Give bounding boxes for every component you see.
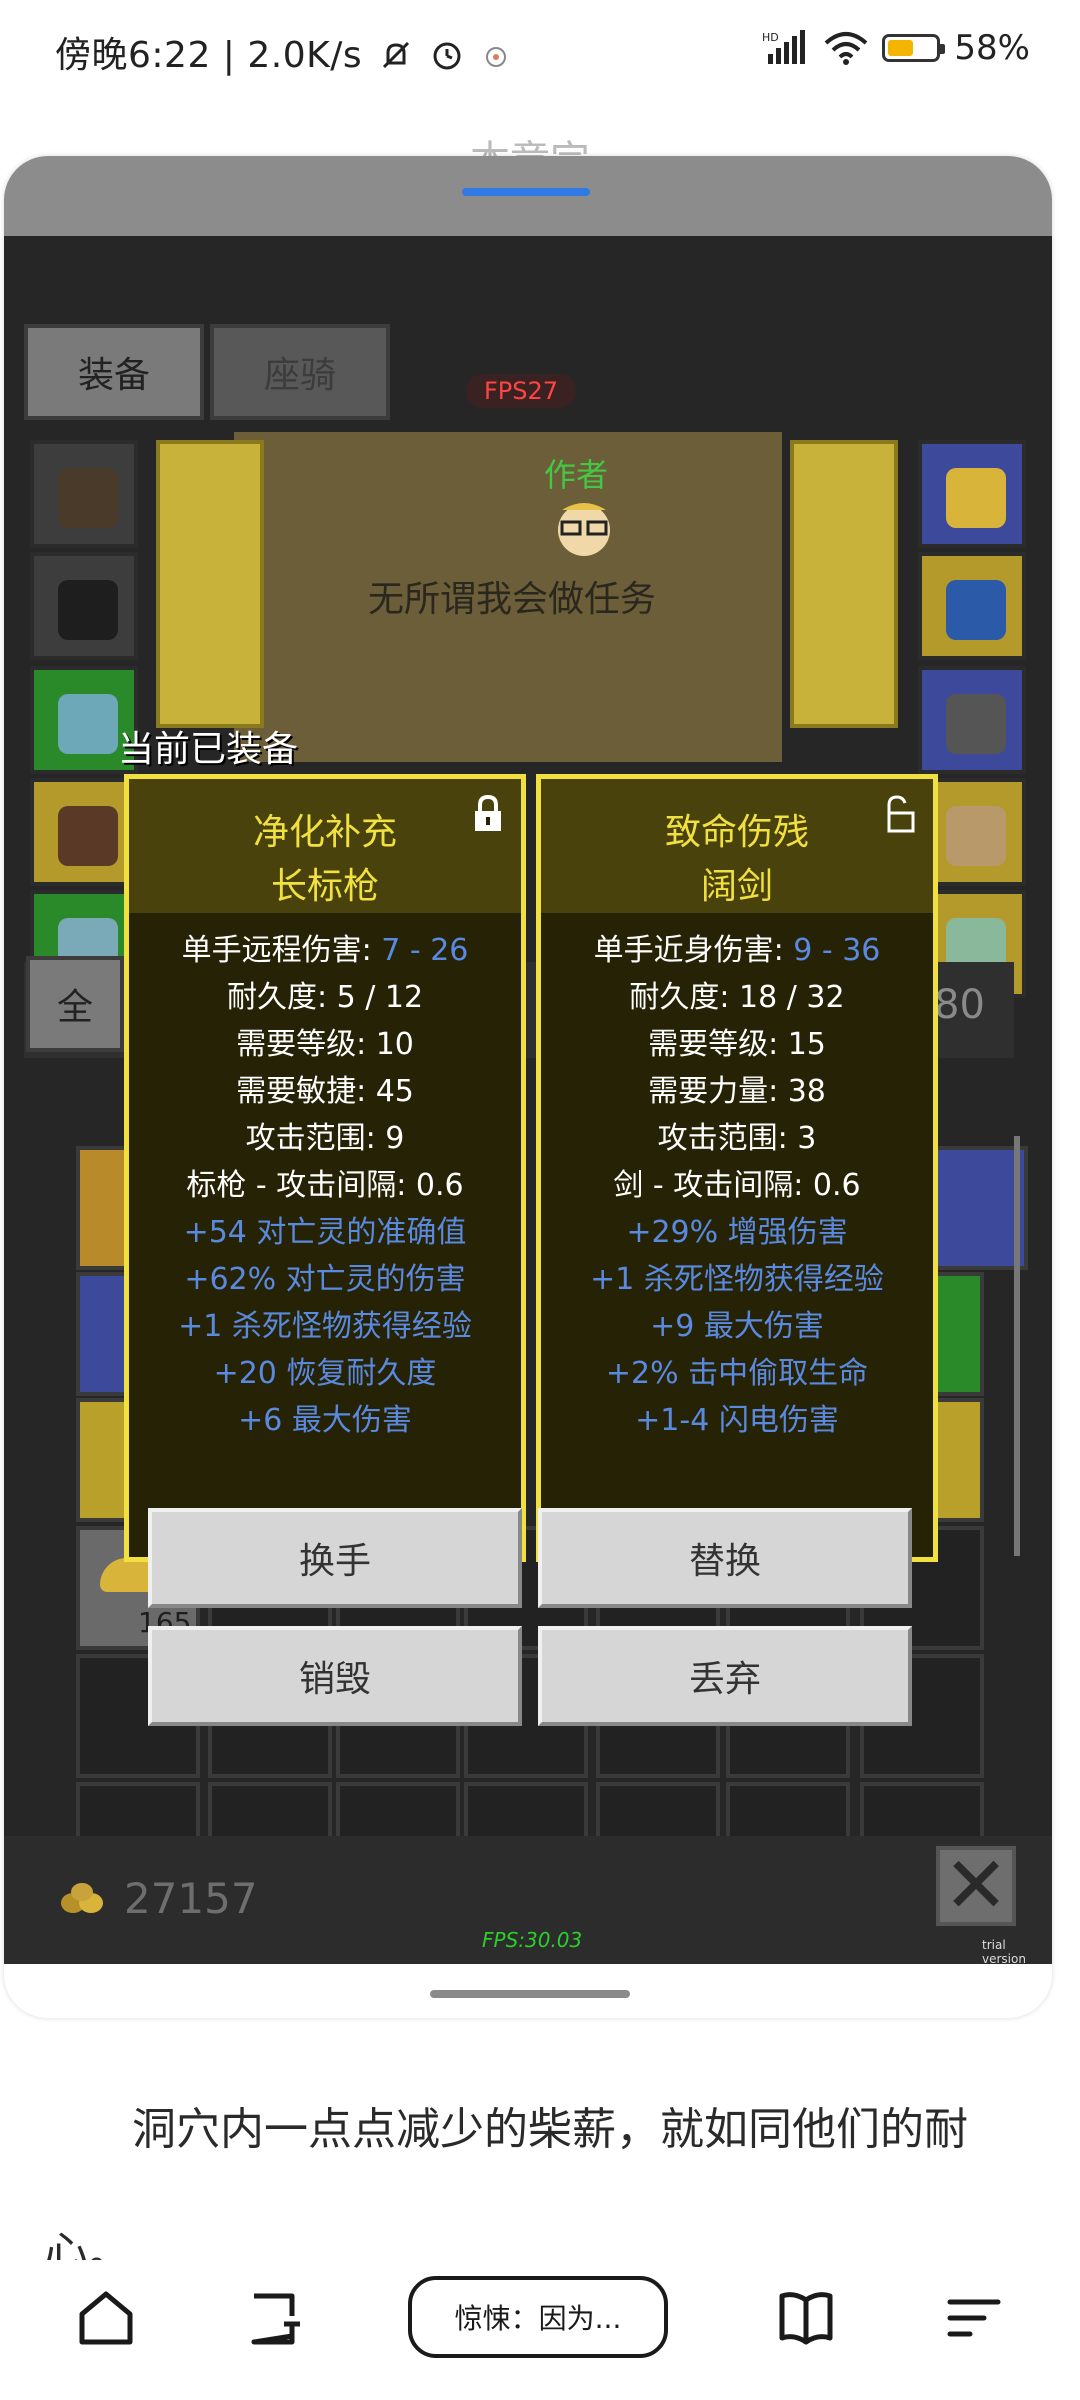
battery-icon [882, 34, 946, 62]
inventory-slot[interactable] [860, 1782, 984, 1842]
equip-slot-boots[interactable] [30, 778, 138, 886]
inventory-slot[interactable] [208, 1782, 332, 1842]
equip-slot-amulet[interactable] [918, 440, 1026, 548]
tab-equipment[interactable]: 装备 [24, 324, 204, 420]
equip-slot-body[interactable] [30, 552, 138, 660]
signal-icon: HD [762, 30, 806, 64]
item-stats: 单手远程伤害: 7 - 26 耐久度: 5 / 12 需要等级: 10 需要敏捷… [129, 927, 521, 1444]
inventory-slot[interactable] [726, 1782, 850, 1842]
equip-slot-weapon-right[interactable] [790, 440, 898, 728]
inventory-slot-count: 80 [934, 982, 985, 1028]
bottom-sheet: 装备 座骑 FPS27 作者 无所谓我会做任务 全 80 165 27157 ✕… [4, 156, 1052, 2018]
status-time-speed: 傍晚6:22 | 2.0K/s [55, 26, 508, 78]
bonus-line: +1-4 闪电伤害 [635, 1403, 839, 1438]
bonus-line: +62% 对亡灵的伤害 [184, 1262, 466, 1297]
fps-badge: FPS27 [466, 374, 576, 408]
item-base-name: 长标枪 [270, 866, 379, 907]
drop-button[interactable]: 丢弃 [538, 1626, 912, 1726]
equip-slot-ring-2[interactable] [918, 666, 1026, 774]
stat-required-str: 需要力量: 38 [648, 1074, 826, 1109]
inventory-slot[interactable] [336, 1782, 460, 1842]
replace-button[interactable]: 替换 [538, 1508, 912, 1608]
inventory-slot[interactable] [76, 1782, 200, 1842]
stat-range: 攻击范围: 3 [657, 1121, 817, 1156]
app-notification-icon [485, 47, 506, 67]
sheet-header[interactable] [4, 156, 1052, 236]
bonus-line: +29% 增强伤害 [626, 1215, 848, 1250]
tab-all-items[interactable]: 全 [26, 956, 124, 1052]
character-avatar [558, 503, 610, 556]
equip-slot-weapon-left[interactable] [156, 440, 264, 728]
wifi-icon [825, 32, 868, 65]
item-tooltip-new: 致命伤残 阔剑 单手近身伤害: 9 - 36 耐久度: 18 / 32 需要等级… [536, 774, 938, 1562]
tab-mount[interactable]: 座骑 [210, 324, 390, 420]
inventory-slot[interactable] [464, 1782, 588, 1842]
stat-attack-interval: 剑 - 攻击间隔: 0.6 [613, 1168, 861, 1203]
bonus-line: +1 杀死怪物获得经验 [590, 1262, 884, 1297]
trial-version-label: trial version [982, 1938, 1026, 1964]
battery-percent: 58% [954, 28, 1030, 68]
alarm-icon [433, 42, 461, 70]
chapter-title-pill[interactable]: 惊悚：因为... [408, 2276, 668, 2358]
bonus-line: +9 最大伤害 [650, 1309, 824, 1344]
bonus-line: +20 恢复耐久度 [213, 1356, 437, 1391]
stat-damage: 单手近身伤害: 9 - 36 [593, 933, 881, 968]
menu-icon[interactable] [944, 2288, 1004, 2348]
home-icon[interactable] [76, 2288, 136, 2348]
item-stats: 单手近身伤害: 9 - 36 耐久度: 18 / 32 需要等级: 15 需要力… [541, 927, 933, 1444]
stat-damage: 单手远程伤害: 7 - 26 [181, 933, 469, 968]
status-right: HD 58% [762, 28, 1030, 68]
inventory-slot[interactable] [596, 1782, 720, 1842]
bonus-line: +2% 击中偷取生命 [605, 1356, 869, 1391]
item-tooltip-equipped: 净化补充 长标枪 单手远程伤害: 7 - 26 耐久度: 5 / 12 需要等级… [124, 774, 526, 1562]
npc-speech-text: 无所谓我会做任务 [368, 579, 657, 620]
close-button[interactable]: ✕ [936, 1846, 1016, 1926]
stat-durability: 耐久度: 5 / 12 [226, 980, 424, 1015]
gold-amount: 27157 [124, 1874, 258, 1923]
destroy-button[interactable]: 销毁 [148, 1626, 522, 1726]
gold-coins-icon [61, 1883, 103, 1913]
lock-closed-icon[interactable] [469, 793, 507, 833]
stat-attack-interval: 标枪 - 攻击间隔: 0.6 [186, 1168, 464, 1203]
bonus-line: +1 杀死怪物获得经验 [178, 1309, 472, 1344]
lock-open-icon[interactable] [881, 793, 919, 833]
sheet-bottom-grip[interactable] [430, 1990, 630, 1998]
stat-range: 攻击范围: 9 [245, 1121, 405, 1156]
sheet-drag-handle[interactable] [462, 188, 590, 196]
item-base-name: 阔剑 [700, 866, 773, 907]
equip-slot-head[interactable] [30, 440, 138, 548]
equipped-label: 当前已装备 [118, 729, 299, 770]
stat-required-dex: 需要敏捷: 45 [236, 1074, 414, 1109]
bonus-line: +6 最大伤害 [238, 1403, 412, 1438]
status-bar: 傍晚6:22 | 2.0K/s HD 58% [0, 0, 1080, 100]
stat-required-level: 需要等级: 15 [648, 1027, 826, 1062]
npc-name-label: 作者 [544, 456, 609, 494]
stat-durability: 耐久度: 18 / 32 [629, 980, 845, 1015]
swap-hand-button[interactable]: 换手 [148, 1508, 522, 1608]
item-prefix-name: 致命伤残 [664, 812, 809, 853]
notes-icon[interactable] [244, 2288, 304, 2348]
book-icon[interactable] [776, 2288, 836, 2348]
bonus-line: +54 对亡灵的准确值 [183, 1215, 467, 1250]
stat-required-level: 需要等级: 10 [236, 1027, 414, 1062]
mute-bell-icon [383, 41, 410, 69]
inventory-scrollbar[interactable] [1014, 1136, 1020, 1556]
svg-text:HD: HD [762, 31, 779, 44]
game-view: 装备 座骑 FPS27 作者 无所谓我会做任务 全 80 165 27157 ✕… [4, 236, 1052, 1964]
item-prefix-name: 净化补充 [252, 812, 397, 853]
equip-slot-ring-1[interactable] [918, 552, 1026, 660]
fps-counter: FPS:30.03 [482, 1928, 583, 1952]
